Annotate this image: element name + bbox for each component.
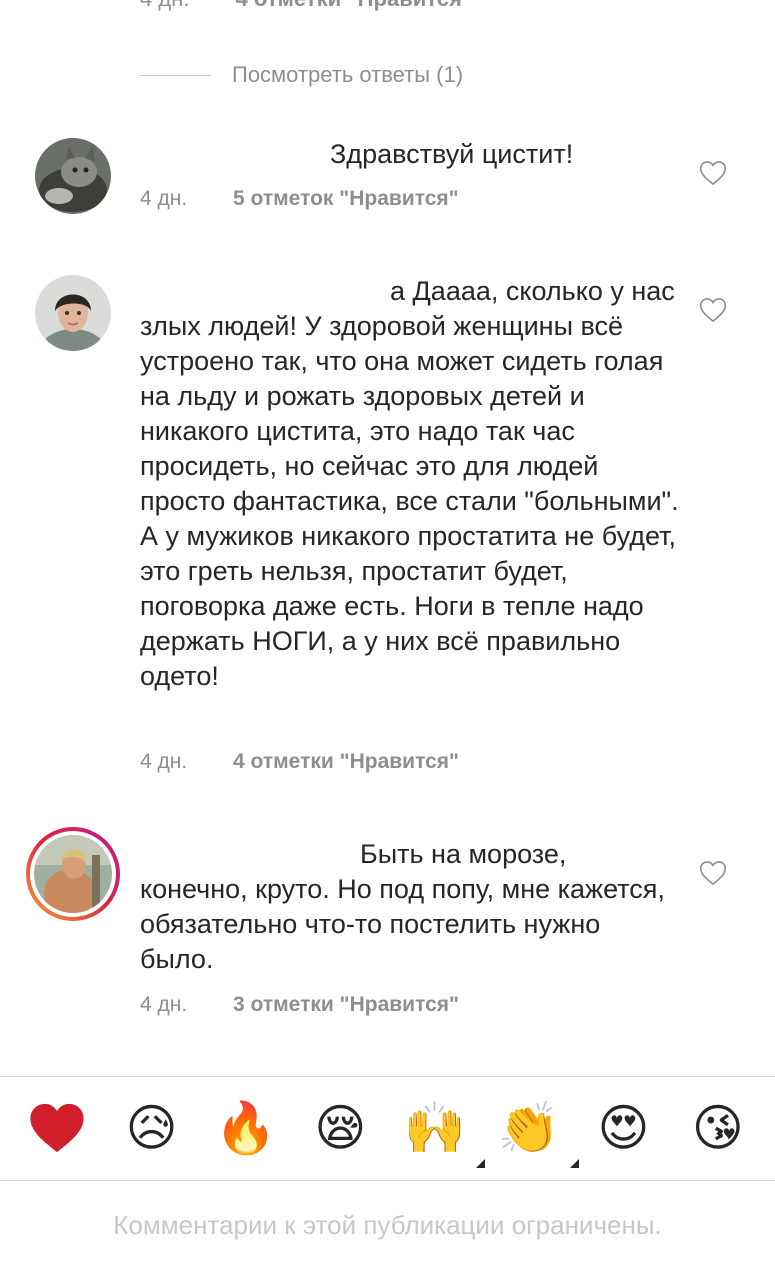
kissing-face-emoji-button[interactable]: 😘	[686, 1096, 750, 1160]
comment-meta: 4 дн. 3 отметки "Нравится"	[140, 993, 459, 1017]
comment-meta: 4 дн. 5 отметок "Нравится"	[140, 187, 459, 211]
comment-meta: 4 дн. 4 отметки "Нравится"	[140, 750, 459, 774]
person-avatar-image	[35, 275, 111, 351]
comment-time: 4 дн.	[140, 750, 188, 773]
quick-reactions-bar: 😥 🔥 😪 🙌 👏 😍 😘	[0, 1078, 775, 1178]
comments-restricted-notice: Комментарии к этой публикации ограничены…	[113, 1210, 662, 1240]
heart-eyes-emoji-button[interactable]: 😍	[591, 1096, 655, 1160]
like-heart-icon[interactable]	[699, 160, 727, 186]
previous-comment-meta: 4 дн. 4 отметки "Нравится"	[140, 0, 472, 12]
sad-face-emoji-button[interactable]: 😥	[120, 1096, 184, 1160]
fire-emoji-button[interactable]: 🔥	[214, 1096, 278, 1160]
skin-tone-indicator-icon	[570, 1159, 580, 1168]
reactions-divider-bottom	[0, 1180, 775, 1181]
cat-avatar-image	[35, 138, 111, 214]
avatar[interactable]	[35, 138, 111, 214]
comment-time: 4 дн.	[140, 187, 188, 210]
skin-tone-indicator-icon	[475, 1159, 485, 1168]
reply-divider-line	[140, 74, 210, 76]
comment-text: Быть на морозе, конечно, круто. Но под п…	[140, 837, 680, 977]
reactions-divider-top	[0, 1076, 775, 1077]
red-heart-emoji-button[interactable]	[25, 1096, 89, 1160]
comment-body: а Даааа, сколько у нас злых людей! У здо…	[140, 276, 679, 691]
comment-body: Быть на морозе, конечно, круто. Но под п…	[140, 839, 665, 974]
comment-time: 4 дн.	[140, 0, 189, 11]
comment-text: а Даааа, сколько у нас злых людей! У здо…	[140, 274, 680, 694]
comment-likes[interactable]: 4 отметки "Нравится"	[233, 750, 459, 773]
like-heart-icon[interactable]	[699, 860, 727, 886]
comment-likes[interactable]: 5 отметок "Нравится"	[233, 187, 459, 210]
comment-likes[interactable]: 4 отметки "Нравится"	[236, 0, 473, 11]
avatar[interactable]	[35, 275, 111, 351]
raising-hands-glyph: 🙌	[403, 1099, 466, 1157]
avatar	[34, 835, 112, 913]
clapping-hands-glyph: 👏	[497, 1099, 561, 1157]
red-heart-icon	[30, 1103, 84, 1153]
sleepy-face-emoji-button[interactable]: 😪	[308, 1096, 372, 1160]
comment-text: Здравствуй цистит!	[140, 137, 680, 172]
raising-hands-emoji-button[interactable]: 🙌	[403, 1096, 485, 1168]
comment-body: Здравствуй цистит!	[330, 139, 574, 169]
comment-likes[interactable]: 3 отметки "Нравится"	[233, 993, 459, 1016]
like-heart-icon[interactable]	[699, 297, 727, 323]
story-ring-gap	[30, 831, 116, 917]
clapping-hands-emoji-button[interactable]: 👏	[497, 1096, 580, 1168]
person-avatar-image	[34, 835, 112, 913]
view-replies-label: Посмотреть ответы (1)	[232, 62, 464, 87]
avatar-with-story-ring[interactable]	[26, 827, 120, 921]
view-replies-button[interactable]: Посмотреть ответы (1)	[140, 58, 463, 92]
comment-time: 4 дн.	[140, 993, 188, 1016]
